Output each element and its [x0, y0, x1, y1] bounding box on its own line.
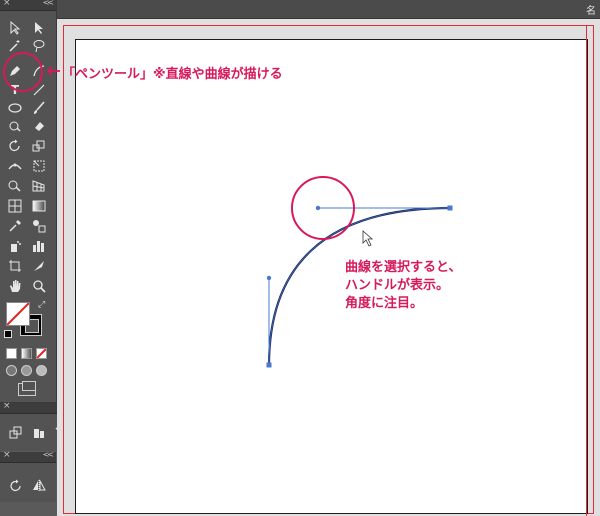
anchor-point-top — [447, 205, 453, 211]
pen-tool-callout-circle — [3, 52, 43, 92]
curve-annotation-line: ハンドルが表示。 — [345, 278, 450, 293]
annotation-arrow-icon — [46, 66, 60, 76]
handle-point-top — [315, 205, 321, 211]
handle-point-bottom — [266, 275, 272, 281]
curve-annotation: 曲線を選択すると、 ハンドルが表示。 角度に注目。 — [345, 259, 461, 313]
mouse-cursor-icon — [362, 230, 374, 247]
pen-tool-annotation: 「ペンツール」※直線や曲線が描ける — [62, 67, 283, 82]
anchor-point-bottom — [266, 362, 272, 368]
curve-annotation-line: 曲線を選択すると、 — [345, 260, 462, 275]
curve-annotation-line: 角度に注目。 — [345, 296, 424, 311]
